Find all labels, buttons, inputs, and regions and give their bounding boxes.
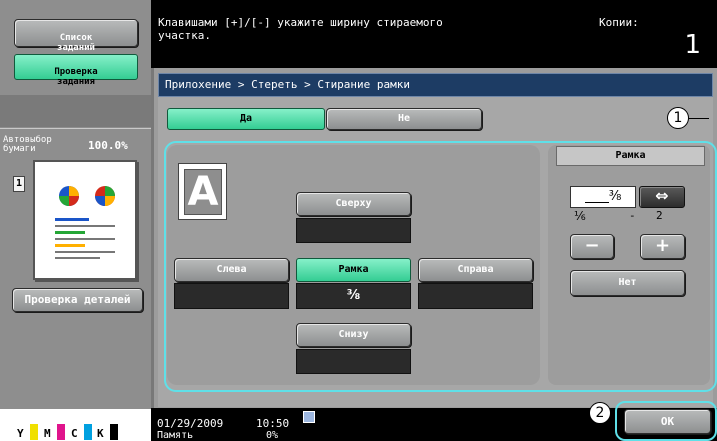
message-bar: Клавишами [+]/[-] укажите ширину стираем… <box>151 0 717 68</box>
bottom-label: Снизу <box>338 329 369 340</box>
paper-auto-label: Автовыбор бумаги <box>3 135 52 154</box>
page-preview <box>33 160 137 280</box>
frame-value: ⅜ <box>296 283 411 309</box>
frame-label: Рамка <box>338 264 369 275</box>
top-label: Сверху <box>335 198 372 209</box>
breadcrumb: Прилохение > Стереть > Стирание рамки <box>158 73 713 97</box>
sidebar-divider <box>0 128 151 129</box>
pie-chart-icon <box>59 186 79 206</box>
job-list-button[interactable]: Список заданий <box>14 19 138 53</box>
time-text: 10:50 <box>256 417 290 430</box>
no-button[interactable]: Не <box>326 108 482 130</box>
bottom-button[interactable]: Снизу <box>296 323 411 347</box>
erase-a-icon: A <box>178 163 227 220</box>
check-details-label: Проверка деталей <box>24 293 131 306</box>
plus-icon: + <box>654 235 671 256</box>
range-max: 2 <box>656 209 663 222</box>
frame-width-value-text: ⅜ <box>608 189 622 204</box>
preview-line <box>55 244 85 247</box>
callout-2: 2 <box>589 402 611 424</box>
copies-index-badge: 1 <box>13 176 25 192</box>
left-button[interactable]: Слева <box>174 258 289 282</box>
check-details-button[interactable]: Проверка деталей <box>12 288 143 312</box>
frame-button[interactable]: Рамка <box>296 258 411 282</box>
left-value <box>174 283 289 309</box>
preview-line <box>55 251 115 253</box>
toner-m-bar <box>57 424 66 440</box>
preview-line <box>55 231 85 234</box>
ok-label: OK <box>660 415 675 428</box>
ok-button[interactable]: OK <box>624 409 711 434</box>
frame-width-panel <box>548 145 710 385</box>
toner-y-label: Y <box>17 427 24 440</box>
minus-button[interactable]: − <box>570 234 614 259</box>
toner-k: K <box>97 424 119 440</box>
range-dash: - <box>629 209 636 222</box>
instruction-message: Клавишами [+]/[-] укажите ширину стираем… <box>158 16 443 42</box>
copies-value: 1 <box>684 30 701 60</box>
date-text: 01/29/2009 <box>157 417 224 430</box>
job-list-label: Список заданий <box>57 33 95 53</box>
minus-icon: − <box>584 235 600 256</box>
right-button[interactable]: Справа <box>418 258 533 282</box>
yes-button[interactable]: Да <box>167 108 325 130</box>
preview-line <box>55 225 115 227</box>
pie-chart-icon <box>95 186 115 206</box>
toner-k-bar <box>110 424 119 440</box>
callout-1-leader <box>689 118 709 119</box>
memory-label: Память <box>157 430 194 441</box>
preview-line <box>55 238 115 240</box>
toner-c-bar <box>84 424 93 440</box>
toner-y-bar <box>30 424 39 440</box>
sidebar-stripe <box>0 95 151 127</box>
letter-a-icon: A <box>184 169 222 215</box>
right-label: Справа <box>457 264 494 275</box>
arrows-horizontal-icon: ⇔ <box>655 186 669 205</box>
toner-m-label: M <box>44 427 51 440</box>
check-job-button[interactable]: Проверка задания <box>14 54 138 87</box>
toner-m: M <box>44 424 66 440</box>
memory-value: 0% <box>266 430 279 441</box>
zoom-value: 100.0% <box>88 139 128 152</box>
top-button[interactable]: Сверху <box>296 192 411 216</box>
copies-label: Копии: <box>599 16 639 29</box>
frame-panel-title: Рамка <box>556 146 705 166</box>
none-button[interactable]: Нет <box>570 270 685 296</box>
plus-button[interactable]: + <box>640 234 685 259</box>
toner-c: C <box>71 424 93 440</box>
toner-c-label: C <box>71 427 78 440</box>
keypad-toggle-button[interactable]: ⇔ <box>639 186 685 208</box>
preview-line <box>55 257 100 259</box>
toner-k-label: K <box>97 427 104 440</box>
preview-line <box>55 218 89 221</box>
network-icon <box>303 411 315 423</box>
yes-label: Да <box>239 113 253 124</box>
no-label: Не <box>397 113 411 124</box>
toner-y: Y <box>17 424 39 440</box>
range-min: ⅙ <box>574 209 586 223</box>
check-job-label: Проверка задания <box>54 67 98 87</box>
frame-width-value: ⅜ <box>570 186 636 208</box>
left-label: Слева <box>216 264 247 275</box>
none-label: Нет <box>618 277 637 288</box>
bottom-value <box>296 349 411 374</box>
top-value <box>296 218 411 243</box>
right-value <box>418 283 533 309</box>
callout-1: 1 <box>667 107 689 129</box>
